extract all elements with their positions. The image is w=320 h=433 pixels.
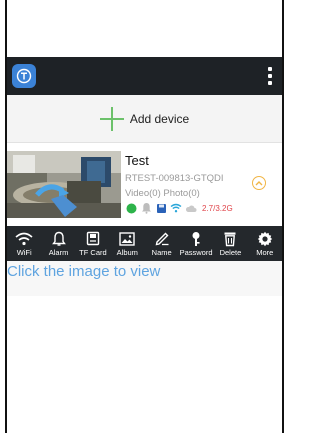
device-card: Test RTEST-009813-GTQDI Video(0) Photo(0… — [7, 149, 282, 226]
cloud-icon — [185, 202, 197, 214]
app-bar — [7, 57, 282, 95]
online-dot-icon — [125, 202, 137, 214]
camera-preview-image — [7, 151, 121, 218]
toolbar-label: Delete — [219, 248, 242, 257]
key-icon — [187, 230, 205, 247]
toolbar-more-button[interactable]: More — [248, 226, 282, 261]
bell-icon — [140, 202, 152, 214]
toolbar-label: Alarm — [48, 248, 69, 257]
toolbar-password-button[interactable]: Password — [179, 226, 213, 261]
pencil-icon — [153, 230, 171, 247]
gear-icon — [256, 230, 274, 247]
add-device-button[interactable]: Add device — [7, 95, 282, 143]
wifi-icon — [15, 230, 33, 247]
media-counts: Video(0) Photo(0) — [125, 188, 200, 199]
toolbar-label: Name — [151, 248, 172, 257]
more-vertical-icon[interactable] — [266, 63, 274, 89]
toolbar-wifi-button[interactable]: WiFi — [7, 226, 41, 261]
chevron-up-icon — [255, 181, 263, 186]
toolbar-label: WiFi — [16, 248, 32, 257]
hint-area: Click the image to view — [7, 261, 282, 296]
plus-icon — [99, 106, 124, 131]
camera-thumbnail[interactable] — [7, 151, 121, 218]
album-icon — [118, 230, 136, 247]
wifi-icon — [170, 202, 182, 214]
view-image-hint: Click the image to view — [7, 263, 161, 280]
sd-card-icon — [155, 202, 167, 214]
frame-border-right — [282, 0, 284, 433]
trash-icon — [221, 230, 239, 247]
toolbar-delete-button[interactable]: Delete — [213, 226, 247, 261]
toolbar-label: Album — [116, 248, 138, 257]
sd-card-icon — [84, 230, 102, 247]
toolbar-tfcard-button[interactable]: TF Card — [76, 226, 110, 261]
add-device-label: Add device — [129, 111, 190, 126]
bell-icon — [50, 230, 68, 247]
signal-strength: 2.7/3.2G — [202, 203, 233, 213]
toolbar-album-button[interactable]: Album — [110, 226, 144, 261]
device-id: RTEST-009813-GTQDI — [125, 173, 224, 184]
device-toolbar: WiFi Alarm TF Card Album Name Password D… — [7, 226, 282, 261]
app-logo-glyph — [16, 68, 32, 84]
toolbar-alarm-button[interactable]: Alarm — [41, 226, 75, 261]
toolbar-name-button[interactable]: Name — [145, 226, 179, 261]
device-name: Test — [125, 153, 149, 168]
toolbar-label: TF Card — [79, 248, 107, 257]
status-icons-row: 2.7/3.2G — [125, 202, 233, 214]
app-screen: Add device Test RTEST-009813-GTQDI Video… — [0, 0, 284, 433]
toolbar-label: Password — [179, 248, 213, 257]
app-logo-icon[interactable] — [12, 64, 36, 88]
expand-chevron-button[interactable] — [252, 176, 266, 190]
toolbar-label: More — [256, 248, 274, 257]
